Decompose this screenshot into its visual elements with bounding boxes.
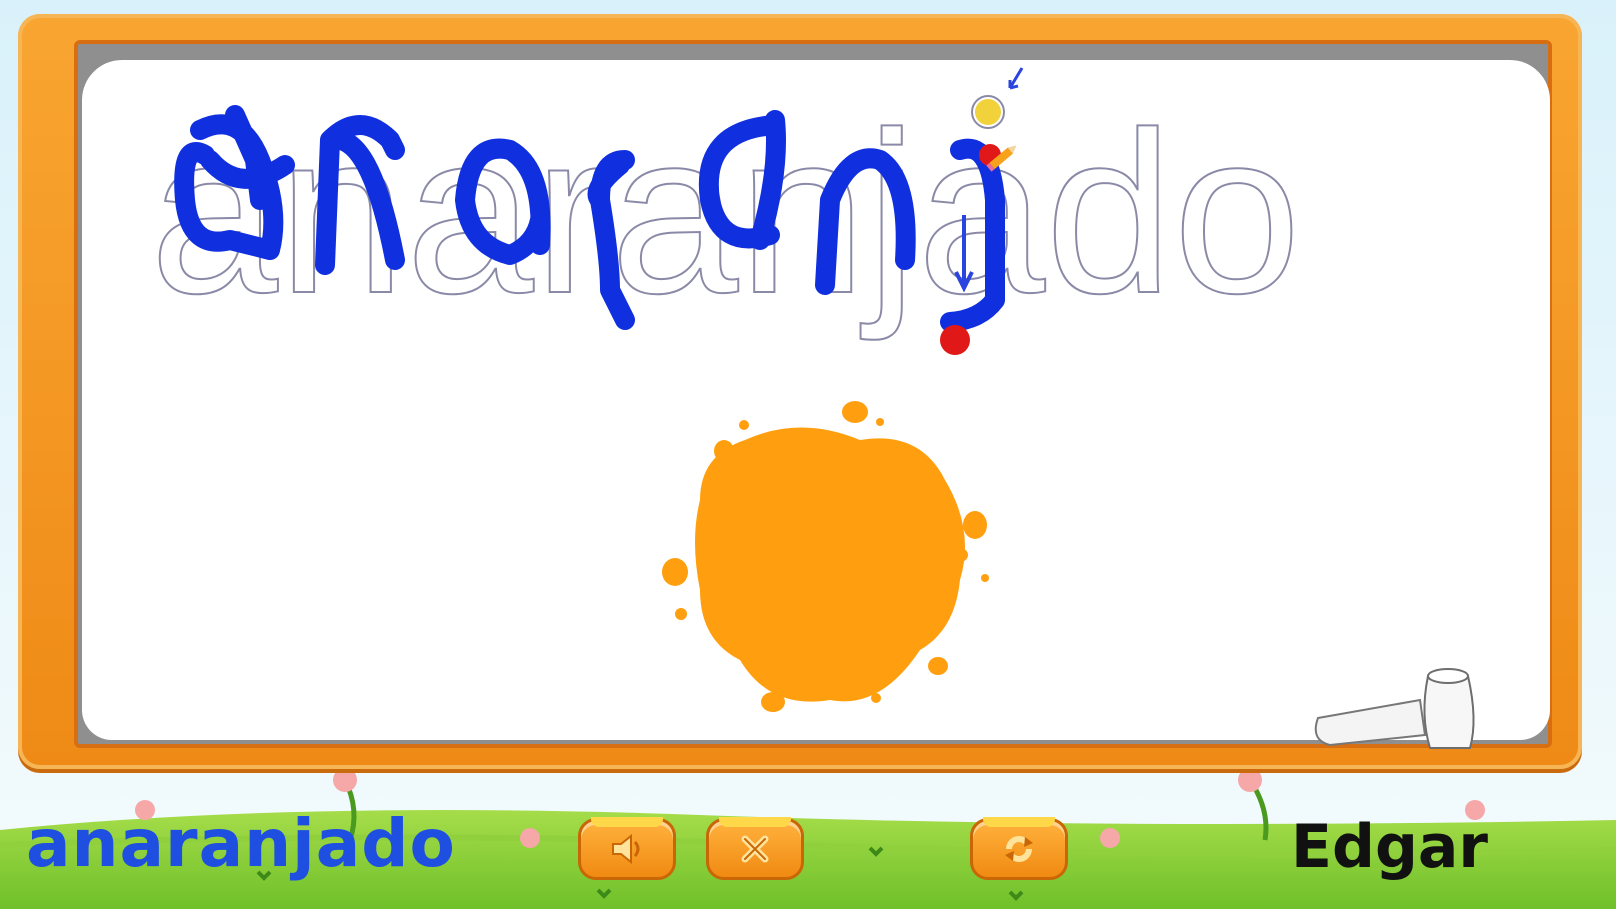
clear-button[interactable]	[706, 817, 804, 880]
sound-button[interactable]	[578, 817, 676, 880]
game-scene: anaranjado anaranjado Edgar	[0, 0, 1616, 909]
refresh-icon	[1005, 836, 1033, 862]
speaker-icon	[612, 833, 640, 865]
player-name: Edgar	[1291, 812, 1488, 882]
button-drip	[591, 817, 663, 827]
button-drip	[719, 817, 791, 827]
word-label: anaranjado	[26, 805, 456, 882]
start-dot	[975, 99, 1001, 125]
restart-button[interactable]	[970, 817, 1068, 880]
eraser-icon[interactable]	[1314, 668, 1475, 749]
tracing-canvas[interactable]: anaranjado	[0, 0, 1616, 909]
color-splash	[662, 401, 989, 712]
end-dot	[940, 325, 970, 355]
close-icon	[741, 835, 769, 863]
button-drip	[983, 817, 1055, 827]
